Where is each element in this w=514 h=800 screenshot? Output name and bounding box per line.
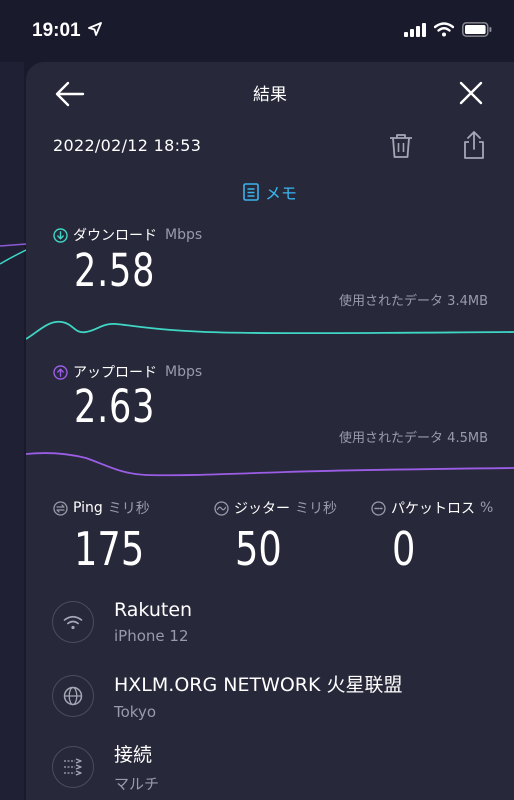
ping-label: Ping ミリ秒 — [53, 498, 162, 518]
memo-button[interactable]: メモ — [26, 180, 514, 204]
jitter-unit: ミリ秒 — [295, 501, 337, 517]
upload-graph — [26, 452, 514, 477]
jitter-stat: ジッター ミリ秒 50 — [214, 498, 337, 576]
download-data-used: 使用されたデータ 3.4MB — [339, 294, 488, 309]
upload-value: 2.63 — [74, 380, 156, 433]
header: 結果 — [26, 62, 514, 122]
connection-type: マルチ — [114, 775, 160, 793]
result-sheet: 結果 2022/02/12 18:53 メモ ダウンロード Mbps 2.58 … — [26, 62, 514, 800]
close-icon[interactable] — [458, 80, 484, 106]
jitter-value: 50 — [235, 522, 282, 576]
wifi-icon — [434, 22, 454, 37]
connection-row: 接続 マルチ — [52, 740, 159, 794]
trash-icon[interactable] — [388, 132, 414, 160]
packet-loss-value: 0 — [392, 522, 416, 576]
packet-loss-icon — [371, 500, 386, 516]
battery-icon — [462, 22, 492, 37]
status-time: 19:01 — [32, 20, 81, 41]
download-icon — [53, 227, 68, 243]
packet-loss-stat: パケットロス % 0 — [371, 498, 493, 576]
globe-icon — [63, 686, 83, 705]
server-icon-circle — [52, 674, 94, 717]
ping-unit: ミリ秒 — [107, 501, 150, 517]
download-graph — [26, 320, 514, 340]
multi-connection-icon — [64, 758, 82, 776]
navigation-arrow-icon — [88, 22, 102, 36]
wifi-provider-icon — [63, 615, 83, 629]
server-row: HXLM.ORG NETWORK 火星联盟 Tokyo — [52, 670, 403, 721]
status-bar: 19:01 — [0, 0, 514, 60]
download-label: ダウンロード Mbps — [53, 225, 202, 245]
server-location: Tokyo — [114, 703, 156, 721]
jitter-label-text: ジッター — [234, 501, 290, 517]
connection-icon-circle — [52, 746, 94, 788]
provider-text: Rakuten iPhone 12 — [114, 599, 192, 645]
download-unit: Mbps — [165, 227, 203, 243]
ping-stat: Ping ミリ秒 175 — [53, 498, 162, 576]
background-card — [0, 62, 24, 800]
packet-loss-label: パケットロス % — [371, 498, 493, 518]
download-label-text: ダウンロード — [73, 228, 157, 244]
upload-label: アップロード Mbps — [53, 362, 202, 382]
share-icon[interactable] — [461, 130, 487, 160]
server-text: HXLM.ORG NETWORK 火星联盟 Tokyo — [114, 670, 403, 721]
download-value: 2.58 — [74, 244, 156, 297]
memo-label: メモ — [264, 184, 297, 203]
provider-device: iPhone 12 — [114, 627, 189, 645]
page-title: 結果 — [253, 85, 287, 105]
packet-loss-label-text: パケットロス — [391, 501, 475, 517]
provider-icon-circle — [52, 601, 94, 643]
ping-label-text: Ping — [73, 500, 103, 516]
upload-label-text: アップロード — [73, 365, 157, 381]
provider-row: Rakuten iPhone 12 — [52, 599, 192, 645]
connection-text: 接続 マルチ — [114, 740, 159, 794]
status-icons — [404, 22, 492, 37]
packet-loss-unit: % — [480, 500, 494, 516]
ping-value: 175 — [74, 522, 145, 576]
ping-icon — [53, 500, 68, 516]
upload-data-used: 使用されたデータ 4.5MB — [339, 431, 488, 446]
connection-label: 接続 — [114, 744, 153, 766]
upload-unit: Mbps — [165, 364, 203, 380]
upload-icon — [53, 364, 68, 380]
jitter-icon — [214, 500, 229, 516]
signal-icon — [404, 22, 426, 37]
result-datetime: 2022/02/12 18:53 — [53, 136, 202, 155]
memo-icon — [243, 183, 259, 201]
jitter-label: ジッター ミリ秒 — [214, 498, 337, 518]
server-name: HXLM.ORG NETWORK 火星联盟 — [114, 674, 403, 696]
provider-name: Rakuten — [114, 599, 193, 621]
background-graph-line — [0, 243, 26, 265]
